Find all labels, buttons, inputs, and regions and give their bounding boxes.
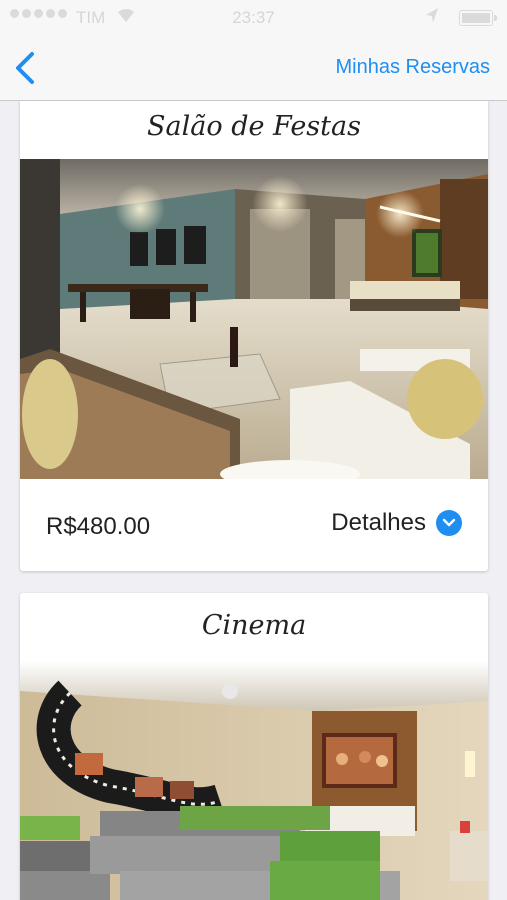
venue-photo <box>20 661 488 900</box>
venue-title: Cinema <box>201 610 307 641</box>
my-reservations-link[interactable]: Minhas Reservas <box>335 56 490 79</box>
details-button[interactable]: Detalhes <box>331 509 462 537</box>
navigation-bar: Minhas Reservas <box>0 36 507 101</box>
venue-list[interactable]: Salão de Festas R$480.00 Detalhes Cinema <box>0 101 507 900</box>
location-arrow-icon <box>425 7 439 30</box>
chevron-left-icon <box>16 52 34 84</box>
venue-price: R$480.00 <box>46 513 151 540</box>
status-bar: TIM 23:37 <box>0 0 507 36</box>
venue-card-footer: R$480.00 Detalhes <box>20 479 488 571</box>
back-button[interactable] <box>10 48 40 88</box>
venue-title: Salão de Festas <box>147 111 361 142</box>
chevron-down-icon <box>436 510 462 536</box>
venue-card[interactable]: Cinema <box>20 593 488 900</box>
venue-photo <box>20 159 488 479</box>
battery-icon <box>459 10 497 26</box>
venue-card[interactable]: Salão de Festas R$480.00 Detalhes <box>20 101 488 571</box>
details-label: Detalhes <box>331 509 426 536</box>
